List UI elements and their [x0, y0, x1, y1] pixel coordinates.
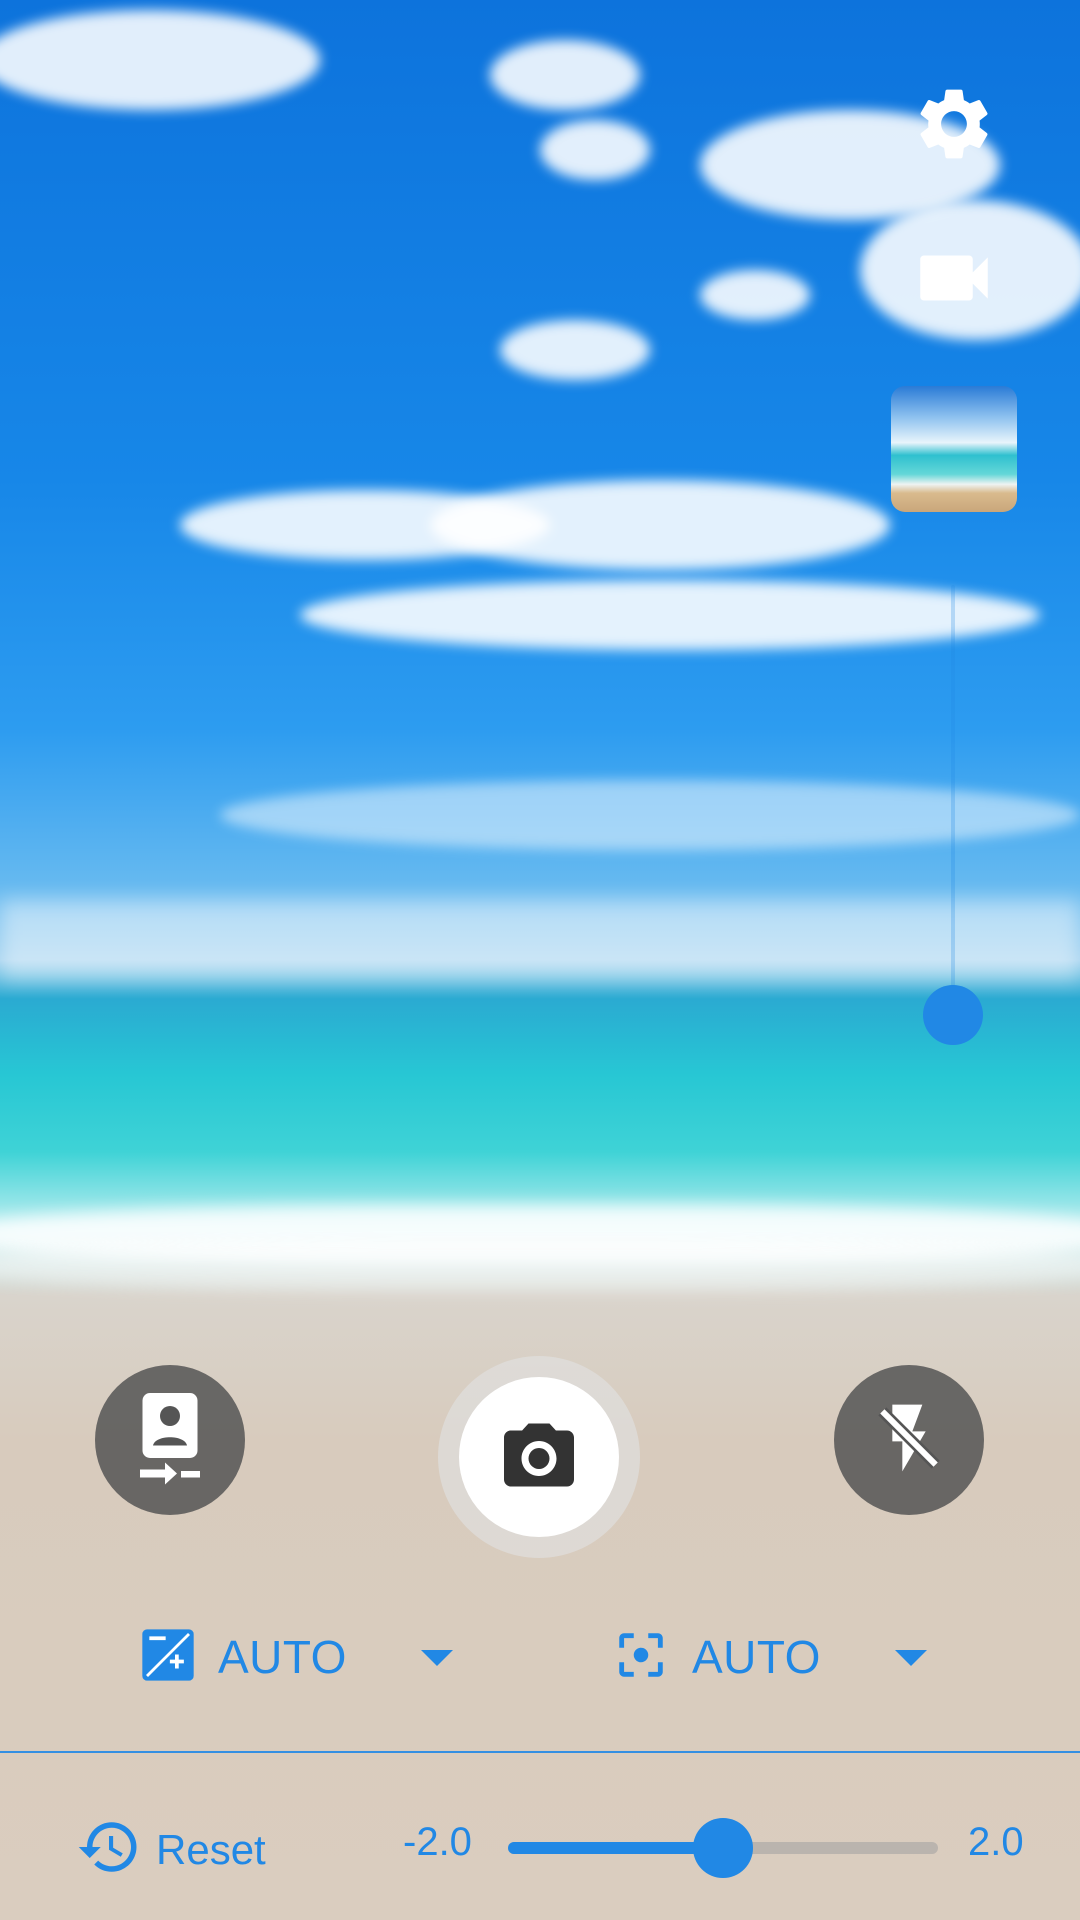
- cloud: [300, 580, 1040, 650]
- camera-icon: [497, 1413, 581, 1502]
- exposure-slider-fill: [508, 1842, 723, 1854]
- divider: [0, 1751, 1080, 1753]
- exposure-icon: [140, 1627, 196, 1688]
- cloud: [540, 120, 650, 180]
- zoom-slider-thumb[interactable]: [923, 985, 983, 1045]
- cloud: [490, 40, 640, 110]
- settings-button[interactable]: [906, 78, 1002, 174]
- gallery-thumbnail[interactable]: [891, 386, 1017, 512]
- exposure-mode-selector[interactable]: AUTO: [140, 1622, 347, 1692]
- flash-off-icon: [869, 1398, 949, 1483]
- video-camera-icon: [909, 233, 999, 328]
- focus-mode-label: AUTO: [692, 1631, 821, 1683]
- shutter-button[interactable]: [459, 1377, 619, 1537]
- horizon-haze: [0, 900, 1080, 980]
- wave-foam: [0, 1240, 1080, 1290]
- zoom-slider-track[interactable]: [951, 585, 955, 1015]
- gear-icon: [911, 81, 997, 172]
- switch-camera-button[interactable]: [95, 1365, 245, 1515]
- focus-dropdown-arrow-icon[interactable]: [895, 1650, 927, 1666]
- reset-label: Reset: [156, 1825, 266, 1873]
- cloud: [0, 10, 320, 110]
- cloud: [500, 320, 650, 380]
- cloud: [700, 270, 810, 320]
- switch-camera-icon: [135, 1388, 205, 1493]
- flash-toggle-button[interactable]: [834, 1365, 984, 1515]
- history-icon: [76, 1814, 142, 1885]
- reset-button[interactable]: Reset: [76, 1814, 266, 1885]
- exposure-max-label: 2.0: [968, 1820, 1024, 1864]
- exposure-dropdown-arrow-icon[interactable]: [421, 1650, 453, 1666]
- exposure-min-label: -2.0: [403, 1820, 472, 1864]
- focus-mode-selector[interactable]: AUTO: [612, 1622, 821, 1692]
- focus-icon: [612, 1626, 670, 1689]
- cloud: [430, 480, 890, 570]
- exposure-mode-label: AUTO: [218, 1631, 347, 1683]
- video-mode-button[interactable]: [906, 232, 1002, 328]
- exposure-slider-thumb[interactable]: [693, 1818, 753, 1878]
